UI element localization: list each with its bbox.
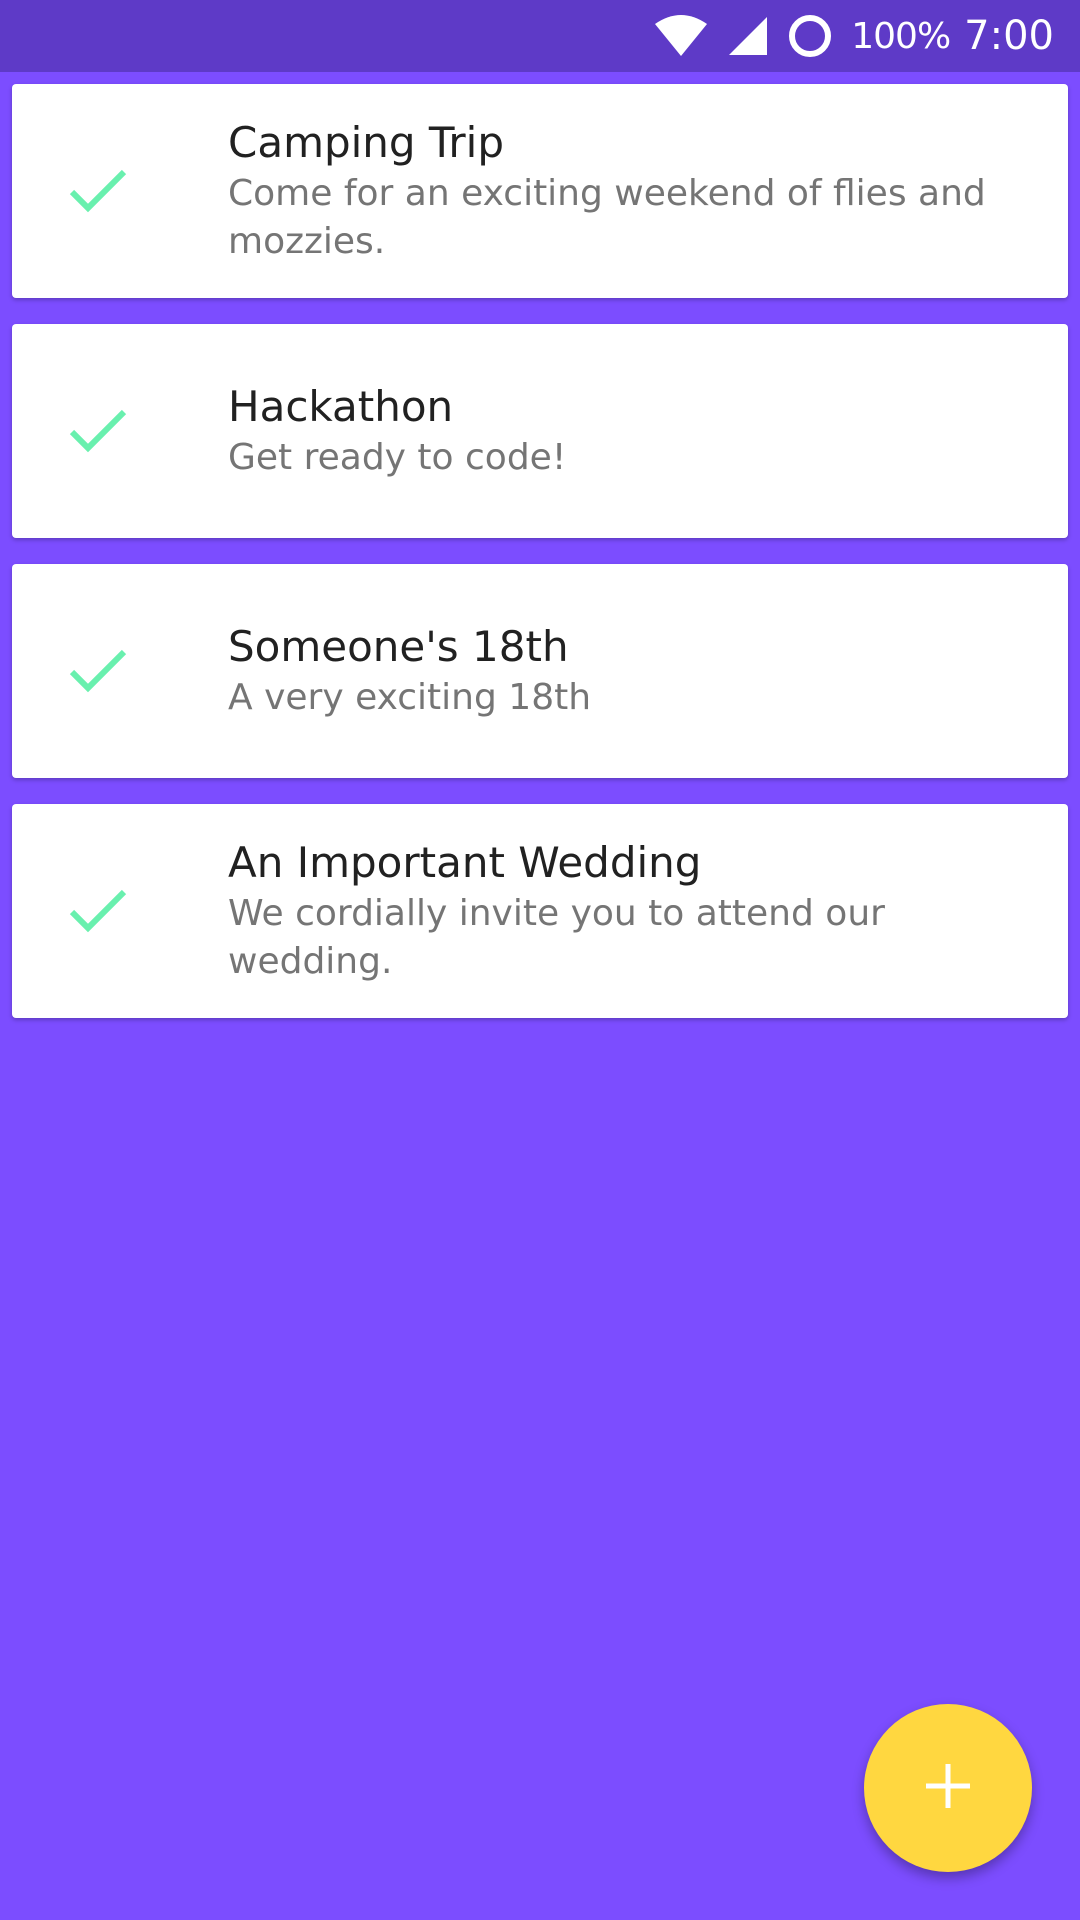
event-list: Camping Trip Come for an exciting weeken… xyxy=(12,84,1068,1044)
event-card-camping-trip[interactable]: Camping Trip Come for an exciting weeken… xyxy=(12,84,1068,298)
add-event-button[interactable] xyxy=(864,1704,1032,1872)
plus-icon xyxy=(922,1760,974,1816)
event-title: Someone's 18th xyxy=(228,622,569,671)
event-card-hackathon[interactable]: Hackathon Get ready to code! xyxy=(12,324,1068,538)
battery-icon xyxy=(787,13,833,59)
signal-icon xyxy=(727,15,769,57)
check-icon xyxy=(68,888,128,934)
wifi-icon xyxy=(653,14,709,58)
clock: 7:00 xyxy=(964,13,1054,59)
event-title: Hackathon xyxy=(228,382,454,431)
event-description: We cordially invite you to attend our we… xyxy=(228,893,885,982)
battery-percent: 100% xyxy=(851,15,951,57)
event-card-wedding[interactable]: An Important Wedding We cordially invite… xyxy=(12,804,1068,1018)
event-description: A very exciting 18th xyxy=(228,677,592,718)
status-bar: 100% 7:00 xyxy=(0,0,1080,72)
check-icon xyxy=(68,168,128,214)
event-description: Get ready to code! xyxy=(228,437,567,478)
event-title: An Important Wedding xyxy=(228,838,702,887)
event-description: Come for an exciting weekend of flies an… xyxy=(228,173,986,262)
check-icon xyxy=(68,408,128,454)
event-card-someones-18th[interactable]: Someone's 18th A very exciting 18th xyxy=(12,564,1068,778)
event-title: Camping Trip xyxy=(228,118,505,167)
check-icon xyxy=(68,648,128,694)
